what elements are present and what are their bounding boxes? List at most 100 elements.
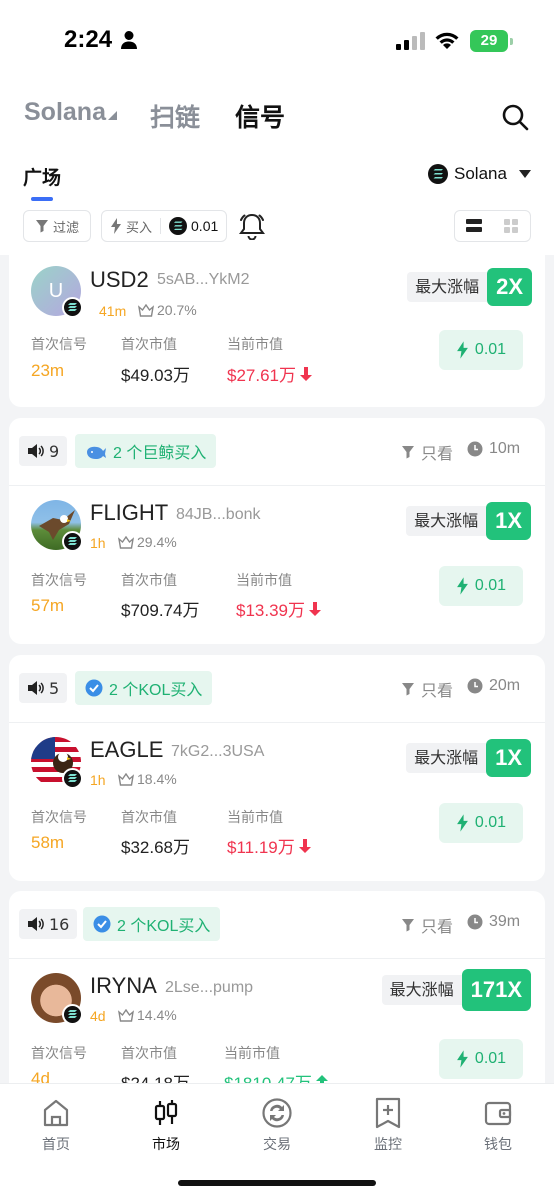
signal-time: 39m [467, 913, 520, 931]
home-icon [43, 1099, 69, 1127]
nav-market[interactable]: 市场 [126, 1096, 206, 1154]
buy-label: 买入 [126, 220, 153, 236]
signal-time-value: 39m [489, 913, 521, 930]
quick-buy-amount: 0.01 [474, 814, 507, 831]
card-header: 9 2 个巨鲸买入 只看 10m [9, 418, 545, 486]
first-signal-value: 58m [31, 833, 65, 852]
swap-icon [262, 1098, 292, 1128]
home-indicator[interactable] [178, 1180, 376, 1186]
filter-button[interactable]: 过滤 [23, 210, 91, 242]
max-gain-badge: 最大涨幅 1X [406, 739, 531, 777]
holder-stat: 18.4% [118, 771, 177, 787]
token-age: 41m [99, 303, 127, 319]
grid-view-button[interactable] [493, 211, 531, 241]
token-address[interactable]: 2Lse...pump [165, 979, 253, 997]
card-header: 16 2 个KOL买入 只看 39m [9, 891, 545, 959]
tab-label: Solana [24, 98, 106, 126]
solana-badge-icon [62, 768, 83, 789]
divider [160, 218, 162, 234]
card-body: U USD2 5sAB...YkM2 41m 20.7% 最大涨幅 2X 首次信… [9, 255, 545, 409]
quick-buy-setting[interactable]: 买入 0.01 [101, 210, 227, 242]
token-address[interactable]: 5sAB...YkM2 [157, 271, 249, 289]
first-mcap-value: $49.03万 [121, 366, 190, 385]
view-toggle[interactable] [454, 210, 531, 242]
first-mcap-value: $709.74万 [121, 601, 200, 620]
tab-scan[interactable]: 扫链 [150, 98, 200, 134]
nav-trade[interactable]: 交易 [237, 1096, 317, 1154]
corner-caret-icon [107, 111, 117, 120]
battery-level: 29 [480, 32, 498, 49]
signal-feed[interactable]: U USD2 5sAB...YkM2 41m 20.7% 最大涨幅 2X 首次信… [0, 255, 554, 1083]
lightning-icon [457, 341, 468, 359]
lightning-icon [111, 218, 121, 234]
list-view-button[interactable] [455, 211, 493, 241]
max-gain-badge: 最大涨幅 171X [381, 969, 531, 1011]
whale-icon [87, 446, 106, 459]
arrow-down-icon [298, 838, 311, 853]
only-see-filter[interactable]: 只看 [401, 913, 453, 937]
candlestick-icon [154, 1100, 178, 1125]
quick-buy-button[interactable]: 0.01 [439, 330, 523, 370]
nav-label: 监控 [374, 1137, 402, 1153]
only-see-filter[interactable]: 只看 [401, 440, 453, 464]
current-mcap: $27.61万 [227, 361, 312, 386]
first-signal-label: 首次信号 [31, 1046, 87, 1062]
nav-label: 首页 [42, 1137, 70, 1153]
solana-badge-icon [62, 1004, 83, 1025]
card-body: IRYNA 2Lse...pump 4d 14.4% 最大涨幅 171X 首次信… [9, 959, 545, 1083]
first-mcap-label: 首次市值 [121, 337, 177, 353]
nav-wallet[interactable]: 钱包 [458, 1096, 538, 1154]
only-see-filter[interactable]: 只看 [401, 677, 453, 701]
signal-time: 20m [467, 677, 520, 695]
list-view-icon [465, 219, 482, 232]
only-see-label: 只看 [421, 444, 454, 463]
signal-card[interactable]: 5 2 个KOL买入 只看 20m EAGLE 7kG2...3USA 1h 1… [9, 655, 545, 881]
status-time: 2:24 [64, 26, 113, 53]
search-icon[interactable] [500, 102, 530, 132]
tab-solana[interactable]: Solana [24, 98, 117, 127]
max-gain-badge: 最大涨幅 1X [406, 502, 531, 540]
clock-icon [467, 678, 483, 694]
quick-buy-button[interactable]: 0.01 [439, 566, 523, 606]
sub-tab-indicator [31, 197, 53, 201]
tag-label: 2 个KOL买入 [109, 682, 203, 699]
first-mcap-label: 首次市值 [121, 573, 177, 589]
signal-card[interactable]: U USD2 5sAB...YkM2 41m 20.7% 最大涨幅 2X 首次信… [9, 255, 545, 407]
token-address[interactable]: 7kG2...3USA [171, 743, 264, 761]
nav-monitor[interactable]: 监控 [348, 1096, 428, 1154]
solana-icon [169, 217, 188, 235]
lightning-icon [457, 577, 468, 595]
whale-buy-tag: 2 个巨鲸买入 [75, 434, 217, 468]
token-address[interactable]: 84JB...bonk [176, 506, 261, 524]
signal-card[interactable]: 16 2 个KOL买入 只看 39m IRYNA 2Lse...pump 4d [9, 891, 545, 1083]
first-signal-label: 首次信号 [31, 337, 87, 353]
tab-label: 扫链 [150, 104, 201, 132]
quick-buy-button[interactable]: 0.01 [439, 1039, 523, 1079]
sub-tab-square[interactable]: 广场 [23, 163, 61, 190]
holder-pct: 29.4% [137, 534, 177, 550]
speaker-count-value: 9 [49, 441, 60, 461]
crown-icon [118, 772, 134, 786]
chain-select[interactable]: Solana [428, 162, 531, 186]
person-icon [121, 31, 137, 49]
max-gain-value: 1X [486, 739, 531, 777]
holder-pct: 18.4% [137, 771, 177, 787]
max-gain-value: 171X [461, 969, 531, 1011]
nav-home[interactable]: 首页 [16, 1096, 96, 1154]
token-age: 1h [90, 535, 106, 551]
nav-label: 市场 [152, 1137, 180, 1153]
token-name: EAGLE [90, 737, 164, 762]
bell-icon[interactable] [238, 212, 266, 240]
speaker-count-value: 16 [49, 914, 70, 934]
signal-card[interactable]: 9 2 个巨鲸买入 只看 10m FLIGHT 84JB...bonk 1h 2… [9, 418, 545, 644]
card-header: 5 2 个KOL买入 只看 20m [9, 655, 545, 723]
buy-amount: 0.01 [191, 218, 219, 234]
token-age: 1h [90, 772, 106, 788]
tab-signal[interactable]: 信号 [235, 98, 285, 134]
quick-buy-button[interactable]: 0.01 [439, 803, 523, 843]
token-name: FLIGHT [90, 500, 169, 525]
arrow-down-icon [309, 601, 321, 616]
token-name: IRYNA [90, 973, 157, 998]
max-gain-badge: 最大涨幅 2X [407, 268, 532, 306]
crown-icon [118, 535, 134, 549]
